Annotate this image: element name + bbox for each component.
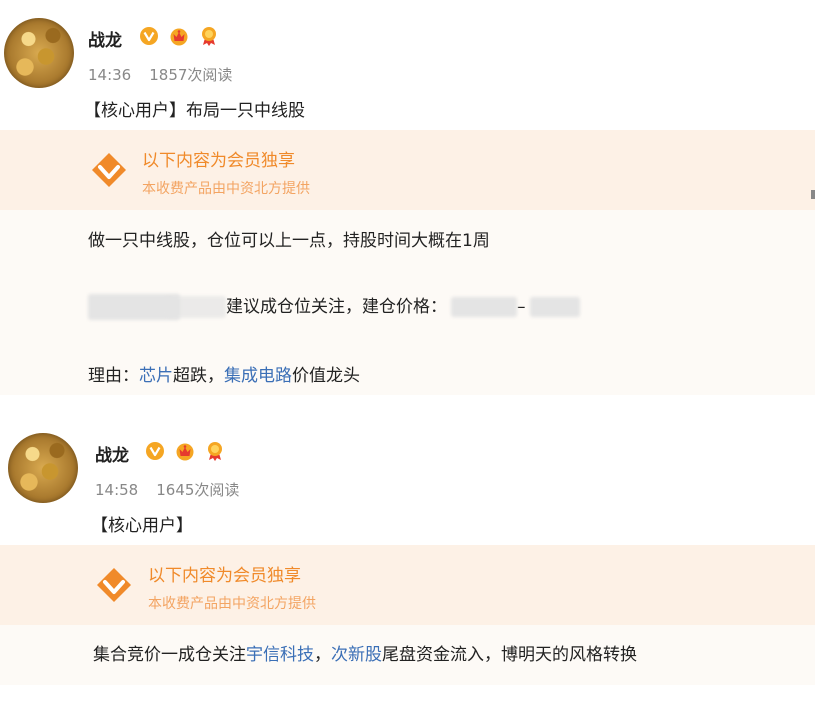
redacted-price bbox=[529, 297, 580, 317]
scrollbar-marker[interactable] bbox=[811, 190, 815, 199]
read-count: 1645次阅读 bbox=[156, 481, 240, 499]
crown-icon bbox=[176, 443, 194, 461]
read-count: 1857次阅读 bbox=[149, 66, 233, 84]
vip-banner: 以下内容为会员独享 本收费产品由中资北方提供 bbox=[0, 545, 815, 625]
stock-link[interactable]: 宇信科技 bbox=[246, 645, 314, 665]
content-text: ， bbox=[314, 645, 331, 665]
content-text: 集合竞价一成仓关注 bbox=[93, 645, 246, 665]
content-text: 建议成仓位关注，建仓价格： bbox=[226, 297, 447, 317]
avatar[interactable] bbox=[8, 433, 78, 503]
verified-v-icon bbox=[146, 442, 164, 460]
content-text: 超跌， bbox=[173, 366, 224, 386]
medal-icon bbox=[208, 442, 222, 461]
post-headline: 【核心用户】 bbox=[91, 516, 193, 536]
content-line: 理由：芯片超跌，集成电路价值龙头 bbox=[88, 361, 360, 386]
post-time: 14:58 bbox=[95, 481, 139, 499]
content-line: 建议成仓位关注，建仓价格： – bbox=[88, 292, 580, 320]
post-time: 14:36 bbox=[88, 66, 132, 84]
author-badges bbox=[139, 26, 219, 46]
vip-title: 以下内容为会员独享 bbox=[142, 151, 295, 171]
vip-diamond-icon bbox=[97, 568, 131, 602]
vip-banner: 以下内容为会员独享 本收费产品由中资北方提供 bbox=[0, 130, 815, 210]
vip-subtitle: 本收费产品由中资北方提供 bbox=[148, 596, 316, 612]
author-name[interactable]: 战龙 bbox=[95, 441, 129, 466]
vip-diamond-icon bbox=[92, 153, 126, 187]
author-badges bbox=[145, 441, 225, 461]
post-meta: 14:58 1645次阅读 bbox=[95, 479, 239, 500]
medal-icon bbox=[202, 27, 216, 46]
redacted-price bbox=[451, 297, 517, 317]
topic-link-new-stock[interactable]: 次新股 bbox=[331, 645, 382, 665]
premium-content: 集合竞价一成仓关注宇信科技，次新股尾盘资金流入，博明天的风格转换 bbox=[0, 625, 815, 685]
vip-subtitle: 本收费产品由中资北方提供 bbox=[142, 181, 310, 197]
content-line: 集合竞价一成仓关注宇信科技，次新股尾盘资金流入，博明天的风格转换 bbox=[93, 640, 637, 665]
topic-link-ic[interactable]: 集成电路 bbox=[224, 366, 292, 386]
premium-content: 做一只中线股，仓位可以上一点，持股时间大概在1周 建议成仓位关注，建仓价格： – … bbox=[0, 210, 815, 395]
author-name[interactable]: 战龙 bbox=[88, 26, 122, 51]
vip-title: 以下内容为会员独享 bbox=[148, 566, 301, 586]
post-headline: 【核心用户】布局一只中线股 bbox=[84, 101, 305, 121]
content-text: 理由： bbox=[88, 366, 139, 386]
topic-link-chip[interactable]: 芯片 bbox=[139, 366, 173, 386]
content-text: 尾盘资金流入，博明天的风格转换 bbox=[382, 645, 637, 665]
post-card: 战龙 14:58 1645次阅读 【核心用户】 以下内容为会员独享 本收费产品由中… bbox=[0, 415, 815, 702]
crown-icon bbox=[170, 28, 188, 46]
avatar[interactable] bbox=[4, 18, 74, 88]
verified-v-icon bbox=[140, 27, 158, 45]
post-meta: 14:36 1857次阅读 bbox=[88, 64, 232, 85]
price-separator: – bbox=[517, 297, 526, 317]
content-text: 价值龙头 bbox=[292, 366, 360, 386]
post-card: 战龙 14:36 1857次阅读 【核心用户】布局一只中线股 以下内容为会员独享 … bbox=[0, 0, 815, 395]
content-line: 做一只中线股，仓位可以上一点，持股时间大概在1周 bbox=[88, 231, 490, 251]
redacted-text bbox=[166, 296, 226, 318]
